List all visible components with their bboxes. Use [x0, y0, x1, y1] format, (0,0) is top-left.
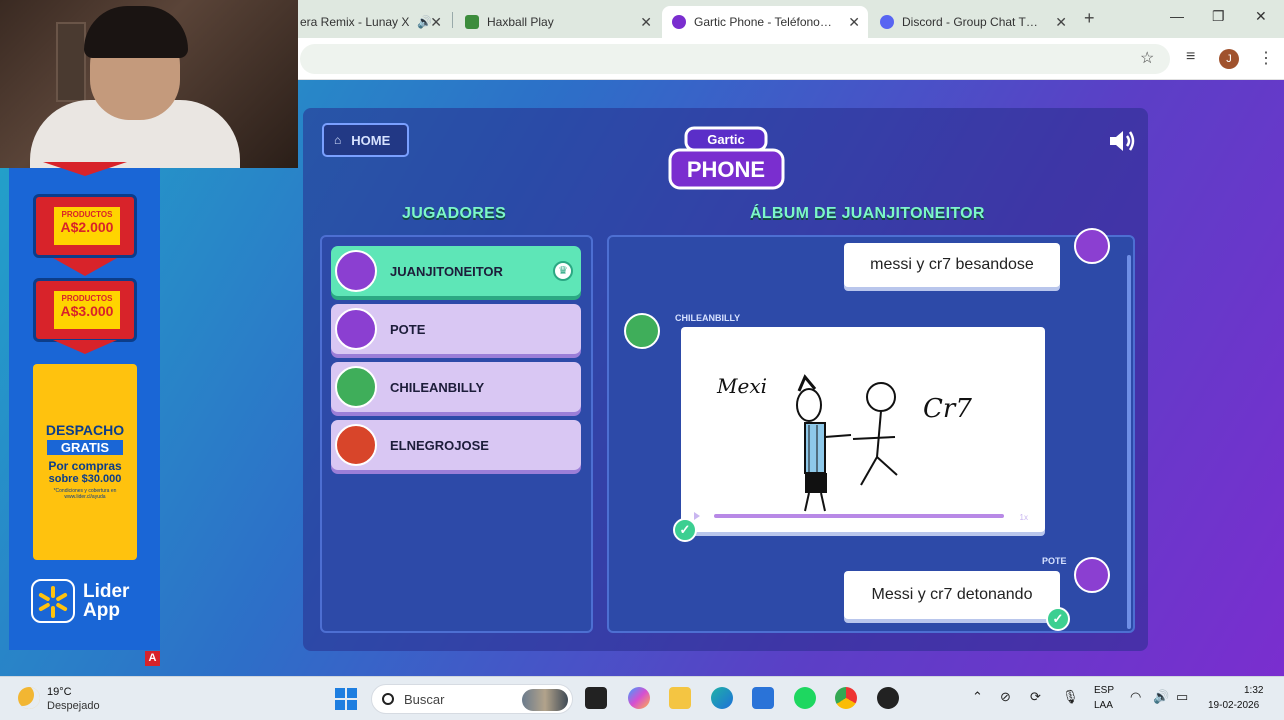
close-icon[interactable]: ✕: [1055, 14, 1067, 31]
background-frame: [56, 22, 86, 102]
tab-discord[interactable]: Discord - Group Chat That's ✕: [870, 6, 1075, 38]
close-window-button[interactable]: ✕: [1255, 8, 1267, 25]
player-name: ELNEGROJOSE: [390, 437, 489, 453]
drawing-playback-bar[interactable]: 1x: [692, 512, 1034, 520]
camera-off-icon[interactable]: ⊘: [1000, 689, 1011, 705]
wifi-icon[interactable]: ◠: [1130, 689, 1141, 705]
lider-app-logo: Lider App: [31, 576, 141, 626]
playback-speed: 1x: [1020, 513, 1028, 520]
crown-icon: ♛: [553, 261, 573, 281]
speaker-icon[interactable]: [1108, 128, 1136, 154]
player-name: JUANJITONEITOR: [390, 263, 503, 279]
tab-label: Discord - Group Chat That's: [902, 15, 1042, 29]
ad-badge[interactable]: A: [145, 651, 160, 666]
tab-music[interactable]: era Remix - Lunay X 🔊 ✕: [290, 6, 450, 38]
task-view-icon[interactable]: [585, 687, 607, 709]
player-avatar: [335, 366, 377, 408]
logo-top-text: Gartic: [707, 132, 745, 147]
home-button[interactable]: ⌂ HOME: [322, 123, 409, 157]
windows-taskbar: 19°C Despejado Buscar ⌃ ⊘ ⟳ 🎙 ESP LAA ◠ …: [0, 676, 1284, 720]
show-hidden-icons[interactable]: ⌃: [972, 689, 983, 705]
player-avatar: [335, 250, 377, 292]
gartic-phone-logo: Gartic PHONE: [668, 126, 785, 190]
spotify-icon[interactable]: [794, 687, 816, 709]
album-title: ÁLBUM DE JUANJITONEITOR: [750, 205, 985, 222]
edge-icon[interactable]: [711, 687, 733, 709]
walmart-spark-icon: [31, 579, 75, 623]
phone-icon: [672, 15, 686, 29]
album-drawing: Mexi Cr7: [681, 327, 1045, 532]
lider-ad[interactable]: PRODUCTOS A$2.000 PRODUCTOS A$3.000 DESPAC…: [9, 162, 160, 650]
player-item-elnegrojose[interactable]: ELNEGROJOSE: [331, 420, 581, 470]
microphone-icon[interactable]: 🎙: [1062, 689, 1079, 705]
players-title: JUGADORES: [402, 205, 507, 222]
player-avatar: [335, 424, 377, 466]
chrome-icon[interactable]: [835, 687, 857, 709]
album-message-2: Messi y cr7 detonando: [844, 571, 1060, 619]
search-icon: [382, 693, 394, 705]
album-message-1: messi y cr7 besandose: [844, 243, 1060, 287]
album-scrollbar[interactable]: [1127, 255, 1131, 629]
check-icon: ✓: [1046, 607, 1070, 631]
minimize-button[interactable]: —: [1170, 8, 1184, 24]
free-shipping-banner: DESPACHO GRATIS Por compras sobre $30.00…: [33, 364, 137, 560]
player-item-juanjitoneitor[interactable]: JUANJITONEITOR ♛: [331, 246, 581, 296]
windows-start-icon[interactable]: [335, 688, 357, 710]
logo-main-text: PHONE: [687, 157, 765, 182]
drawing-label-cr7: Cr7: [923, 394, 972, 424]
tab-gartic-phone[interactable]: Gartic Phone - Teléfono Des ✕: [662, 6, 868, 38]
webcam-overlay: [0, 0, 298, 168]
haxball-icon: [465, 15, 479, 29]
player-avatar: [624, 313, 660, 349]
temperature[interactable]: 19°C: [47, 686, 72, 698]
volume-icon[interactable]: 🔊: [1153, 689, 1169, 705]
tab-label: Haxball Play: [487, 15, 554, 29]
tab-label: Gartic Phone - Teléfono Des: [694, 15, 834, 29]
close-icon[interactable]: ✕: [430, 14, 442, 31]
player-name: CHILEANBILLY: [390, 379, 485, 395]
tab-haxball[interactable]: Haxball Play ✕: [455, 6, 660, 38]
promo-3000: PRODUCTOS A$3.000: [33, 278, 137, 342]
ad-arrow-icon: [53, 340, 117, 354]
player-avatar: [335, 308, 377, 350]
close-icon[interactable]: ✕: [848, 14, 860, 31]
moon-weather-icon[interactable]: [18, 687, 40, 709]
drawer-name: CHILEANBILLY: [675, 313, 741, 323]
home-icon: ⌂: [334, 133, 342, 147]
player-avatar: [1074, 557, 1110, 593]
ad-arrow-icon: [53, 258, 117, 276]
copilot-icon[interactable]: [628, 687, 650, 709]
obs-icon[interactable]: [877, 687, 899, 709]
clock-date[interactable]: 19-02-2026: [1208, 700, 1259, 711]
drawing-label-mexi: Mexi: [716, 374, 767, 398]
tab-label: era Remix - Lunay X: [300, 15, 410, 29]
search-highlight-image: [522, 689, 568, 711]
weather-condition[interactable]: Despejado: [47, 700, 100, 712]
promo-2000: PRODUCTOS A$2.000: [33, 194, 137, 258]
player-avatar: [1074, 228, 1110, 264]
responder-name: POTE: [1042, 556, 1067, 566]
bookmark-star-icon[interactable]: ☆: [1140, 48, 1154, 68]
media-control-icon[interactable]: ≡: [1186, 48, 1195, 66]
omnibox[interactable]: [300, 44, 1170, 74]
language-code[interactable]: ESP: [1094, 685, 1114, 696]
menu-icon[interactable]: ⋮: [1258, 48, 1274, 68]
file-explorer-icon[interactable]: [669, 687, 691, 709]
store-icon[interactable]: [752, 687, 774, 709]
taskbar-search[interactable]: Buscar: [371, 684, 573, 714]
person-hair: [84, 6, 188, 58]
player-name: POTE: [390, 321, 426, 337]
discord-icon: [880, 15, 894, 29]
player-item-pote[interactable]: POTE: [331, 304, 581, 354]
language-layout[interactable]: LAA: [1094, 700, 1113, 711]
sync-icon[interactable]: ⟳: [1030, 689, 1041, 705]
new-tab-button[interactable]: +: [1084, 8, 1095, 29]
battery-icon[interactable]: ▭: [1176, 689, 1188, 705]
close-icon[interactable]: ✕: [640, 14, 652, 31]
clock-time[interactable]: 1:32: [1244, 685, 1263, 696]
maximize-button[interactable]: ❐: [1212, 8, 1225, 25]
player-item-chileanbilly[interactable]: CHILEANBILLY: [331, 362, 581, 412]
check-icon: ✓: [673, 518, 697, 542]
profile-avatar[interactable]: J: [1219, 49, 1239, 69]
